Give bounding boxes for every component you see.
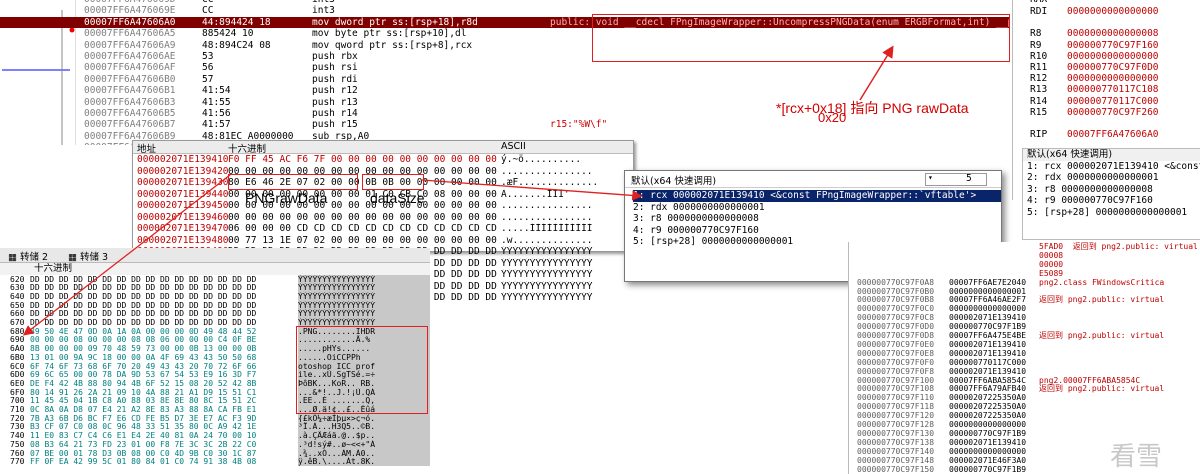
- watermark-logo: 看雪: [1110, 441, 1163, 471]
- offset-annotation: 0x20: [818, 110, 847, 125]
- annotation-arrows: [22, 45, 894, 336]
- png-rawdata-label: PNGrawData: [245, 190, 328, 206]
- rawdata-pointer-annotation: *[rcx+0x18] 指向 PNG rawData: [776, 100, 969, 116]
- datasize-label: dataSize: [370, 190, 425, 206]
